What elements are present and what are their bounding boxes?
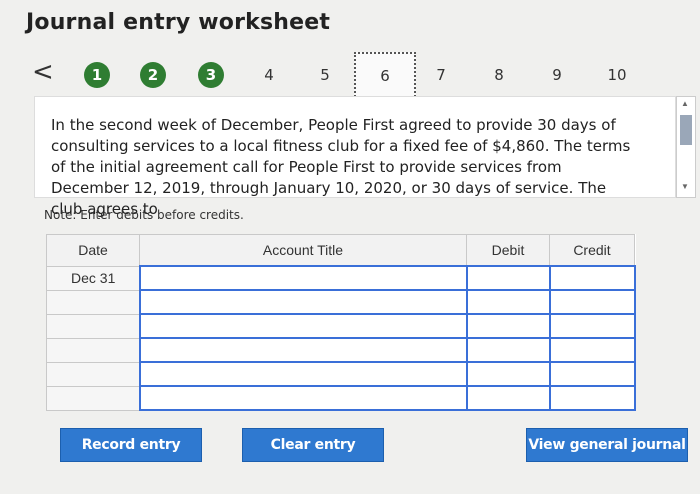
problem-text: In the second week of December, People F…	[51, 116, 631, 218]
step-2[interactable]: 2	[140, 62, 166, 88]
account-title-cell[interactable]	[138, 361, 468, 387]
scroll-thumb[interactable]	[680, 115, 692, 145]
debit-cell[interactable]	[465, 385, 551, 411]
table-row	[46, 289, 636, 315]
header-date: Date	[46, 234, 140, 267]
credit-cell[interactable]	[548, 337, 636, 363]
step-9[interactable]: 9	[544, 62, 570, 88]
date-cell[interactable]	[46, 361, 140, 387]
account-title-cell[interactable]	[138, 289, 468, 315]
credit-cell[interactable]	[548, 361, 636, 387]
table-row: Dec 31	[46, 265, 636, 291]
credit-cell[interactable]	[548, 313, 636, 339]
account-title-cell[interactable]	[138, 265, 468, 291]
problem-scrollbar[interactable]: ▲ ▼	[676, 96, 696, 198]
table-row	[46, 313, 636, 339]
date-cell[interactable]	[46, 313, 140, 339]
header-credit: Credit	[549, 234, 635, 267]
prev-arrow-icon[interactable]: <	[32, 57, 54, 87]
date-cell[interactable]	[46, 385, 140, 411]
header-account-title: Account Title	[139, 234, 467, 267]
date-cell[interactable]	[46, 289, 140, 315]
debit-credit-note: Note: Enter debits before credits.	[44, 208, 244, 222]
view-general-journal-button[interactable]: View general journal	[526, 428, 688, 462]
step-10[interactable]: 10	[604, 62, 630, 88]
debit-cell[interactable]	[465, 361, 551, 387]
debit-cell[interactable]	[465, 313, 551, 339]
account-title-cell[interactable]	[138, 313, 468, 339]
step-pager: < 1 2 3 4 5 6 7 8 9 10	[0, 52, 700, 104]
step-1[interactable]: 1	[84, 62, 110, 88]
step-7[interactable]: 7	[428, 62, 454, 88]
credit-cell[interactable]	[548, 265, 636, 291]
date-cell[interactable]	[46, 337, 140, 363]
journal-table: Date Account Title Debit Credit Dec 31	[46, 234, 636, 411]
worksheet-title: Journal entry worksheet	[26, 10, 331, 35]
credit-cell[interactable]	[548, 289, 636, 315]
clear-entry-button[interactable]: Clear entry	[242, 428, 384, 462]
account-title-cell[interactable]	[138, 337, 468, 363]
scroll-up-icon[interactable]: ▲	[681, 99, 689, 108]
debit-cell[interactable]	[465, 289, 551, 315]
record-entry-button[interactable]: Record entry	[60, 428, 202, 462]
step-8[interactable]: 8	[486, 62, 512, 88]
account-title-cell[interactable]	[138, 385, 468, 411]
problem-panel: In the second week of December, People F…	[34, 96, 676, 218]
date-cell[interactable]: Dec 31	[46, 265, 140, 291]
table-row	[46, 337, 636, 363]
step-5[interactable]: 5	[312, 62, 338, 88]
credit-cell[interactable]	[548, 385, 636, 411]
header-debit: Debit	[466, 234, 550, 267]
debit-cell[interactable]	[465, 337, 551, 363]
scroll-down-icon[interactable]: ▼	[681, 182, 689, 191]
table-row	[46, 385, 636, 411]
step-3[interactable]: 3	[198, 62, 224, 88]
step-4[interactable]: 4	[256, 62, 282, 88]
debit-cell[interactable]	[465, 265, 551, 291]
table-row	[46, 361, 636, 387]
